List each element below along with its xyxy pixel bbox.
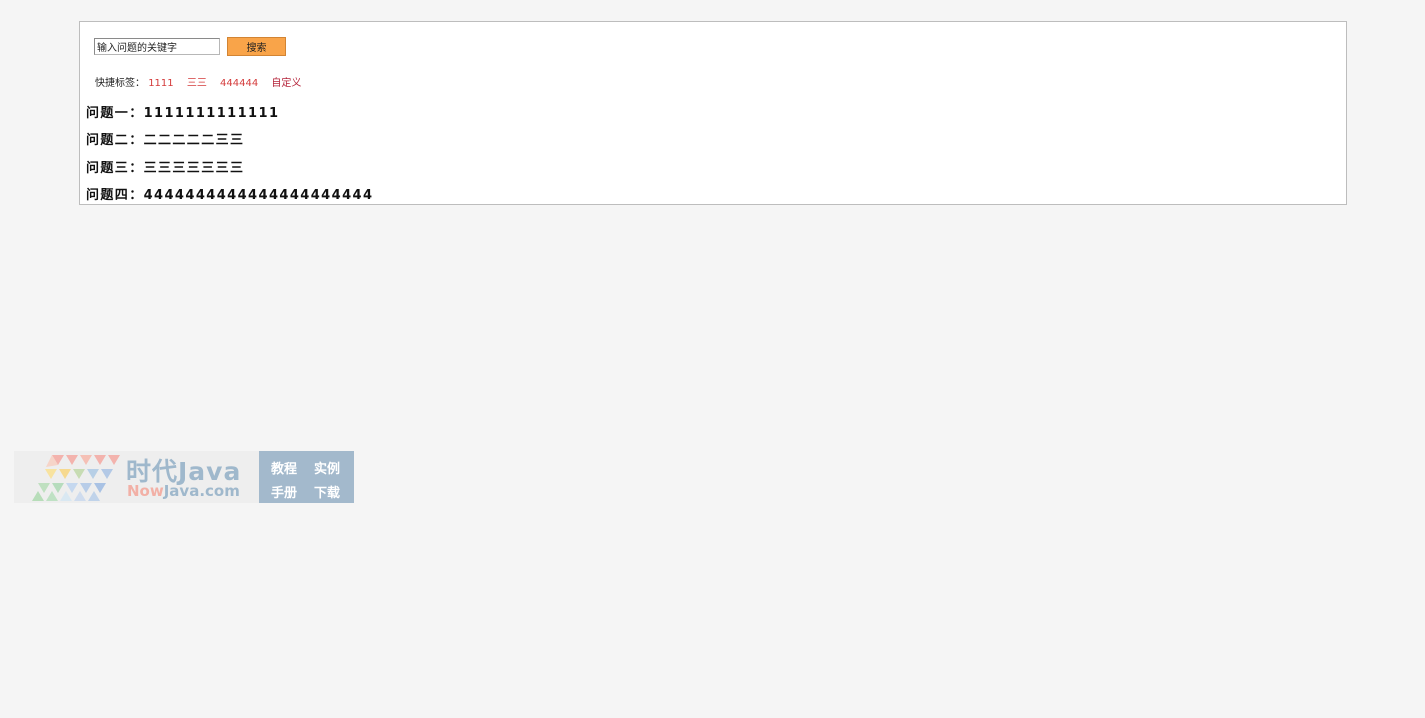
watermark-subtitle: NowJava.com — [127, 482, 240, 500]
question-item[interactable]: 问题一：1111111111111 — [86, 102, 279, 121]
watermark-links: 教程 实例 手册 下载 — [259, 451, 354, 503]
quick-tags: 快捷标签： 1111 三三 444444 自定义 — [95, 74, 311, 89]
watermark-logo-area: 时代Java NowJava.com — [14, 451, 259, 503]
question-item[interactable]: 问题三：三三三三三三三 — [86, 157, 244, 176]
tag-1111[interactable]: 1111 — [148, 78, 173, 89]
watermark-link-tutorial[interactable]: 教程 — [271, 458, 297, 477]
nowjava-watermark: 时代Java NowJava.com 教程 实例 手册 下载 — [14, 451, 354, 503]
tag-custom[interactable]: 自定义 — [271, 78, 301, 89]
tag-444444[interactable]: 444444 — [220, 78, 258, 89]
question-item[interactable]: 问题四：4444444444444444444444 — [86, 184, 373, 203]
tag-san[interactable]: 三三 — [187, 78, 207, 89]
search-button[interactable]: 搜索 — [227, 37, 286, 56]
question-item[interactable]: 问题二：二二二二二三三 — [86, 129, 244, 148]
watermark-link-examples[interactable]: 实例 — [314, 458, 340, 477]
watermark-subtitle-rest: Java.com — [163, 482, 240, 500]
search-input[interactable] — [94, 38, 220, 55]
watermark-subtitle-now: Now — [127, 482, 164, 500]
watermark-link-manual[interactable]: 手册 — [271, 482, 297, 501]
question-panel: 搜索 快捷标签： 1111 三三 444444 自定义 问题一：11111111… — [79, 21, 1347, 205]
triangle-logo-icon — [32, 455, 120, 501]
watermark-link-download[interactable]: 下载 — [314, 482, 340, 501]
quick-tags-label: 快捷标签： — [95, 78, 145, 89]
